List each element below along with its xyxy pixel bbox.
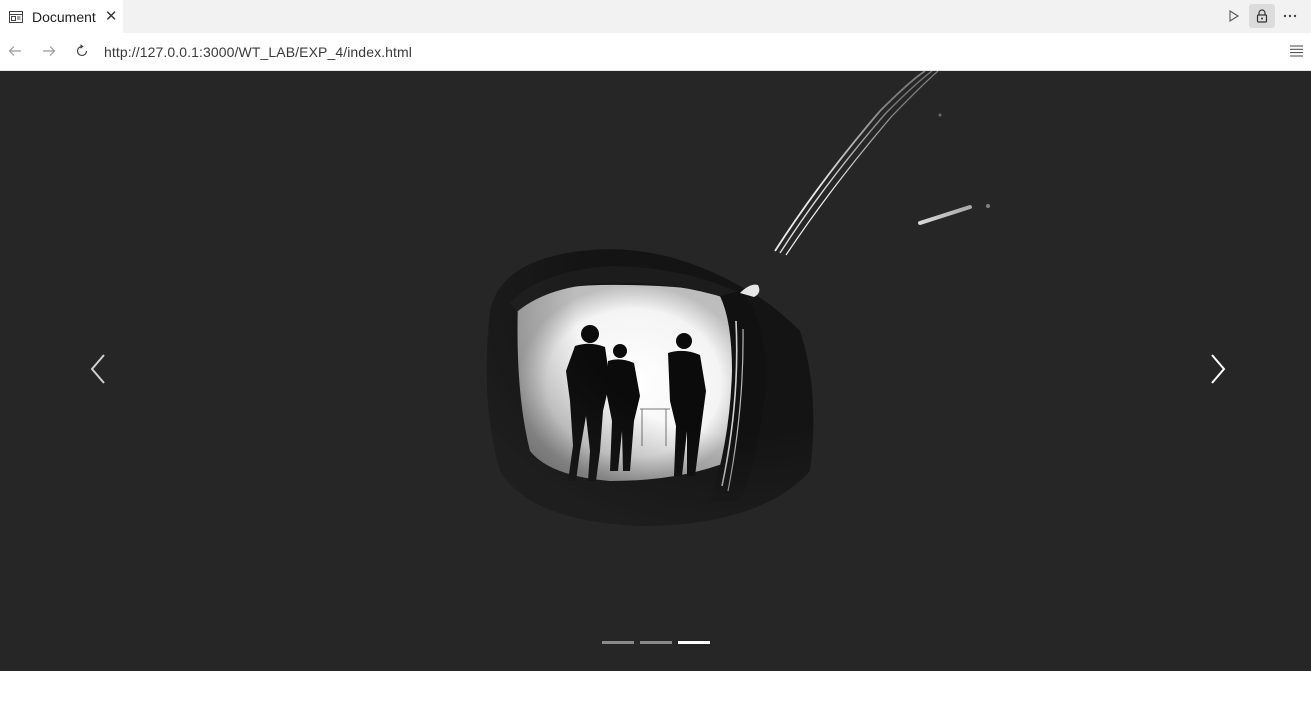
image-carousel <box>0 71 1311 671</box>
carousel-slide-image <box>440 71 1040 541</box>
back-arrow-icon[interactable] <box>3 39 27 63</box>
browser-nav-bar: http://127.0.0.1:3000/WT_LAB/EXP_4/index… <box>0 33 1311 71</box>
tab-document[interactable]: Document ✕ <box>0 0 123 33</box>
address-bar-url[interactable]: http://127.0.0.1:3000/WT_LAB/EXP_4/index… <box>104 44 412 60</box>
menu-lines-icon[interactable] <box>1285 40 1307 62</box>
carousel-indicator-3[interactable] <box>677 641 710 644</box>
tab-title: Document <box>32 8 96 25</box>
chevron-right-icon <box>1210 353 1226 389</box>
close-icon[interactable]: ✕ <box>105 9 118 24</box>
carousel-indicator-2[interactable] <box>639 641 672 644</box>
carousel-indicator-1[interactable] <box>601 641 634 644</box>
more-icon[interactable] <box>1277 4 1303 28</box>
carousel-prev-button[interactable] <box>78 341 118 401</box>
reload-icon[interactable] <box>70 39 94 63</box>
play-icon[interactable] <box>1221 4 1247 28</box>
carousel-indicators <box>0 641 1311 644</box>
chevron-left-icon <box>90 353 106 389</box>
carousel-next-button[interactable] <box>1198 341 1238 401</box>
document-page-icon <box>9 10 23 24</box>
browser-tab-bar: Document ✕ <box>0 0 1311 33</box>
forward-arrow-icon[interactable] <box>37 39 61 63</box>
tab-bar-actions <box>1219 3 1303 29</box>
lock-icon[interactable] <box>1249 4 1275 28</box>
